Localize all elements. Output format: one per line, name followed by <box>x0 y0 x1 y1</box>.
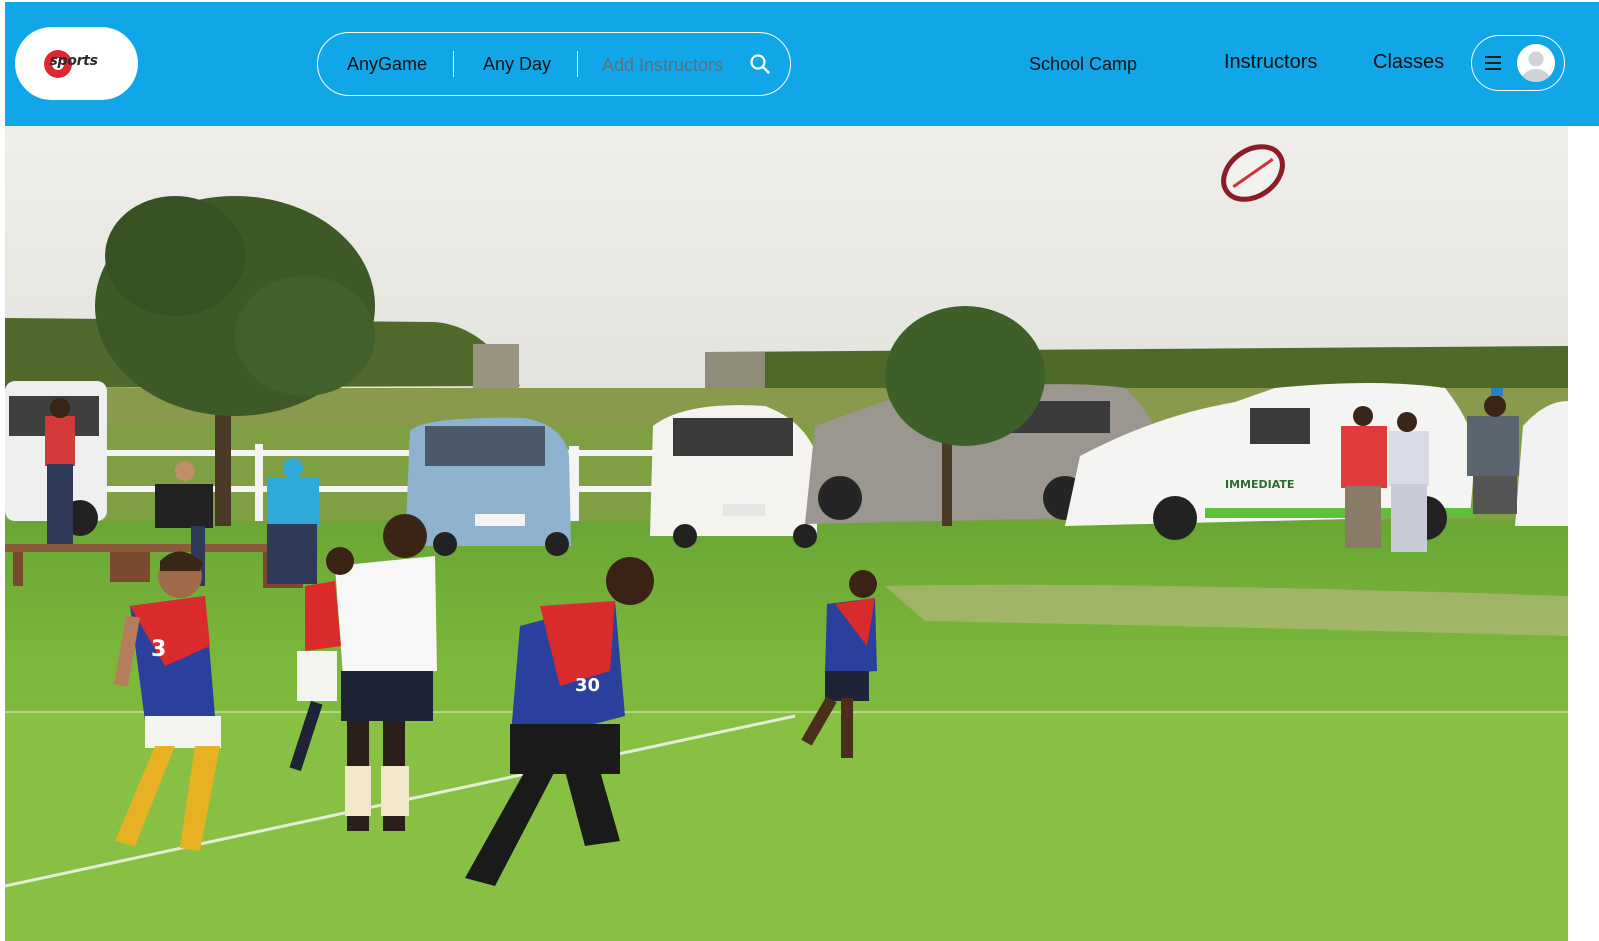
top-navbar: sports AnyGame Any Day School Camp Instr… <box>5 2 1599 126</box>
user-menu-button[interactable] <box>1471 35 1565 91</box>
hamburger-menu-icon <box>1485 56 1503 70</box>
search-divider <box>453 51 454 77</box>
hero-image: IMMEDIATE 3 30 <box>5 126 1568 941</box>
any-game-button[interactable]: AnyGame <box>347 54 427 75</box>
avatar <box>1517 44 1555 82</box>
search-icon[interactable] <box>748 52 772 76</box>
jersey-number-b: 30 <box>575 675 600 696</box>
logo-text: sports <box>49 52 98 69</box>
van-brand-text: IMMEDIATE <box>1225 478 1294 491</box>
rugby-field-photo: IMMEDIATE 3 30 <box>5 126 1568 941</box>
nav-classes[interactable]: Classes <box>1373 51 1444 74</box>
any-day-button[interactable]: Any Day <box>483 54 551 75</box>
nav-instructors[interactable]: Instructors <box>1224 51 1317 74</box>
nav-school-camp[interactable]: School Camp <box>1029 54 1137 75</box>
page: sports AnyGame Any Day School Camp Instr… <box>5 2 1599 941</box>
logo-mark: sports <box>42 46 112 82</box>
search-divider <box>577 51 578 77</box>
instructors-search-input[interactable] <box>602 50 732 80</box>
jersey-number-a: 3 <box>151 637 166 662</box>
logo[interactable]: sports <box>15 27 138 100</box>
search-bar: AnyGame Any Day <box>317 32 791 96</box>
